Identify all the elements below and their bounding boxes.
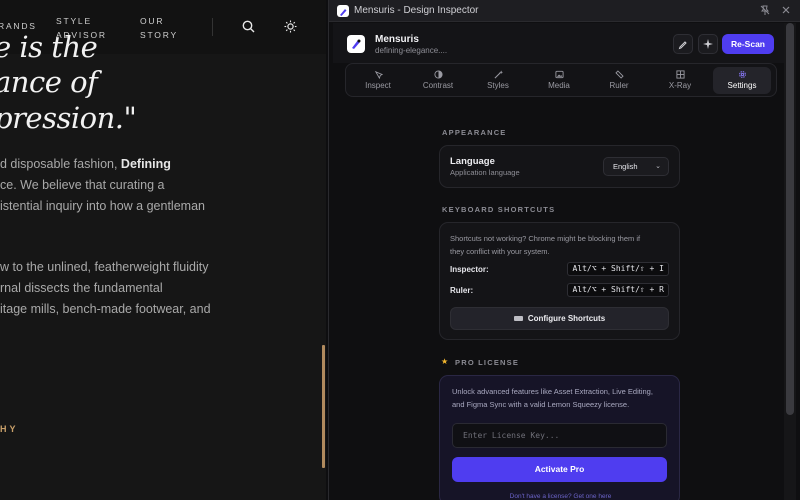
shortcuts-note: Shortcuts not working? Chrome might be b…: [450, 233, 670, 258]
hero-quote-line1: e is the: [0, 30, 98, 64]
search-icon[interactable]: [242, 20, 255, 33]
shortcuts-card: Shortcuts not working? Chrome might be b…: [439, 222, 680, 340]
inspector-panel: Mensuris - Design Inspector Mensuris def…: [328, 0, 800, 500]
paragraph-2-line2: rnal dissects the fundamental: [0, 281, 163, 295]
pro-license-card: Unlock advanced features like Asset Extr…: [439, 375, 680, 500]
tab-inspect-label: Inspect: [365, 81, 391, 90]
unpin-icon[interactable]: [758, 4, 772, 18]
tab-ruler[interactable]: Ruler: [590, 67, 648, 94]
nav-style-advisor-line1: STYLE: [56, 16, 92, 26]
language-label: Language: [450, 156, 495, 167]
inspector-shortcut-keys: Alt/⌥ + Shift/⇧ + I: [567, 262, 669, 276]
contrast-icon: [433, 70, 443, 79]
settings-scroll-area[interactable]: APPEARANCE Language Application language…: [333, 101, 789, 500]
ruler-shortcut-label: Ruler:: [450, 286, 474, 295]
ruler-icon: [614, 70, 624, 79]
nav-our-story-line2: STORY: [140, 30, 178, 40]
brand-name: Mensuris: [375, 34, 419, 45]
tab-contrast[interactable]: Contrast: [409, 67, 467, 94]
activate-pro-button[interactable]: Activate Pro: [452, 457, 667, 482]
paragraph-2-line3: itage mills, bench-made footwear, and: [0, 302, 211, 316]
screen: RANDS STYLE ADVISOR OUR STORY e is the a…: [0, 0, 800, 500]
paragraph-2-line1: w to the unlined, featherweight fluidity: [0, 260, 209, 274]
tab-ruler-label: Ruler: [609, 81, 629, 90]
tab-media[interactable]: Media: [530, 67, 588, 94]
shortcuts-note-line2: they conflict with your system.: [450, 246, 550, 256]
magic-button[interactable]: [698, 34, 718, 54]
license-key-input[interactable]: Enter License Key...: [452, 423, 667, 448]
pencil-icon: [678, 41, 687, 50]
paragraph-1-line2: ce. We believe that curating a: [0, 178, 165, 192]
pro-license-title: PRO LICENSE: [455, 358, 520, 367]
hero-quote-line2: ance of: [0, 65, 98, 99]
rescan-button[interactable]: Re-Scan: [722, 34, 774, 54]
grid-icon: [675, 70, 685, 79]
window-titlebar: Mensuris - Design Inspector: [329, 0, 800, 22]
configure-shortcuts-button[interactable]: Configure Shortcuts: [450, 307, 669, 330]
panel-header: Mensuris defining-elegance.... Re-Scan: [333, 23, 789, 63]
chevron-down-icon: ⌄: [655, 163, 661, 170]
keyboard-icon: [513, 316, 523, 322]
paragraph-1-line3: istential inquiry into how a gentleman: [0, 199, 205, 213]
tab-styles-label: Styles: [487, 81, 509, 90]
page-url: defining-elegance....: [375, 46, 448, 55]
crosshair-icon: [374, 70, 383, 79]
shortcuts-title: KEYBOARD SHORTCUTS: [442, 205, 556, 214]
language-subtitle: Application language: [450, 168, 520, 177]
gear-icon: [738, 71, 746, 78]
ruler-shortcut-keys: Alt/⌥ + Shift/⇧ + R: [567, 283, 669, 297]
sparkle-icon: [703, 39, 713, 49]
window-title: Mensuris - Design Inspector: [354, 5, 479, 16]
appearance-title: APPEARANCE: [442, 128, 507, 137]
panel-content: Mensuris defining-elegance.... Re-Scan I…: [333, 23, 789, 500]
hero-quote-line3: pression.": [0, 101, 137, 135]
tab-contrast-label: Contrast: [422, 81, 454, 90]
language-select[interactable]: English ⌄: [603, 157, 669, 176]
nav-our-story-line1: OUR: [140, 16, 165, 26]
tab-xray[interactable]: X-Ray: [651, 67, 709, 94]
site-scrollbar[interactable]: [322, 345, 325, 468]
inspector-shortcut-label: Inspector:: [450, 265, 489, 274]
pro-note-line1: Unlock advanced features like Asset Extr…: [452, 387, 653, 396]
brand-logo-icon: [347, 35, 365, 53]
tab-bar: Inspect Contrast Styles Media Ruler X-Ra…: [345, 63, 777, 97]
close-icon[interactable]: [779, 4, 793, 18]
tab-inspect[interactable]: Inspect: [349, 67, 407, 94]
tab-settings-label: Settings: [727, 81, 757, 90]
panel-scrollbar[interactable]: [786, 23, 794, 415]
website-background: RANDS STYLE ADVISOR OUR STORY e is the a…: [0, 0, 326, 500]
appearance-card: Language Application language English ⌄: [439, 145, 680, 188]
nav-our-story[interactable]: OUR STORY: [140, 14, 178, 42]
paragraph-1-bold: Defining: [120, 157, 171, 171]
pro-license-note: Unlock advanced features like Asset Extr…: [452, 386, 672, 411]
pro-note-line2: and Figma Sync with a valid Lemon Squeez…: [452, 399, 630, 409]
nav-divider: [212, 18, 213, 36]
image-icon: [554, 70, 564, 79]
star-icon: ★: [441, 357, 449, 366]
app-icon: [337, 5, 349, 17]
edit-button[interactable]: [673, 34, 693, 54]
tab-xray-label: X-Ray: [668, 81, 692, 90]
section-label: HY: [0, 424, 19, 434]
sun-icon[interactable]: [284, 20, 297, 33]
configure-shortcuts-label: Configure Shortcuts: [527, 314, 606, 323]
language-select-value: English: [613, 162, 638, 171]
paragraph-1-text: d disposable fashion,: [0, 157, 121, 171]
magic-wand-icon: [494, 70, 503, 79]
get-license-link[interactable]: Don't have a license? Get one here: [440, 493, 681, 500]
tab-settings[interactable]: Settings: [713, 67, 771, 94]
tab-styles[interactable]: Styles: [469, 67, 527, 94]
shortcuts-note-line1: Shortcuts not working? Chrome might be b…: [450, 234, 641, 243]
paragraph-1-line1: d disposable fashion, Defining: [0, 157, 171, 171]
tab-media-label: Media: [548, 81, 570, 90]
